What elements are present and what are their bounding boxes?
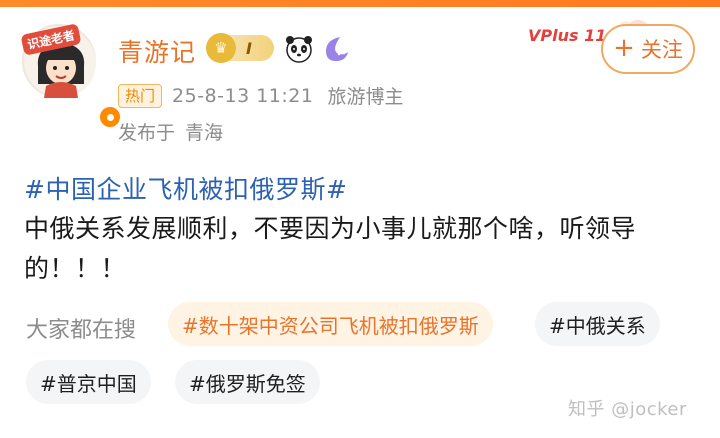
hot-badge: 热门 <box>118 83 163 108</box>
moon-creature-icon[interactable] <box>320 34 350 64</box>
related-search-label: 大家都在搜 <box>26 318 137 343</box>
location-place: 青海 <box>185 122 224 144</box>
vip-level-text: I <box>246 38 252 58</box>
related-search-chip[interactable]: #数十架中资公司飞机被扣俄罗斯 <box>168 302 493 346</box>
related-search-chip[interactable]: #俄罗斯免签 <box>175 360 320 404</box>
avatar[interactable]: 识途老者 <box>20 23 122 129</box>
post-location: 发布于 青海 <box>118 118 223 145</box>
vip-level-badge[interactable]: ♛ I <box>206 33 274 63</box>
crown-icon: ♛ <box>206 33 236 63</box>
author-name[interactable]: 青游记 <box>118 33 196 69</box>
related-search-chip[interactable]: #普京中国 <box>26 360 151 404</box>
post-meta: 热门 25-8-13 11:21 旅游博主 <box>118 82 403 109</box>
follow-label: 关注 <box>640 38 683 62</box>
panda-icon[interactable] <box>284 34 314 64</box>
source-watermark: 知乎 @jocker <box>568 399 687 420</box>
author-role: 旅游博主 <box>327 86 404 108</box>
post-topic-link[interactable]: #中国企业飞机被扣俄罗斯# <box>24 170 347 206</box>
related-search-chip[interactable]: #中俄关系 <box>535 302 660 346</box>
post-body: 中俄关系发展顺利，不要因为小事儿就那个啥，听领导的！！！ <box>24 214 637 283</box>
top-accent-bar <box>0 0 720 7</box>
follow-button[interactable]: + 关注 <box>601 24 695 74</box>
plus-icon: + <box>613 32 635 63</box>
post-timestamp: 25-8-13 11:21 <box>172 84 314 107</box>
location-prefix: 发布于 <box>118 122 176 144</box>
